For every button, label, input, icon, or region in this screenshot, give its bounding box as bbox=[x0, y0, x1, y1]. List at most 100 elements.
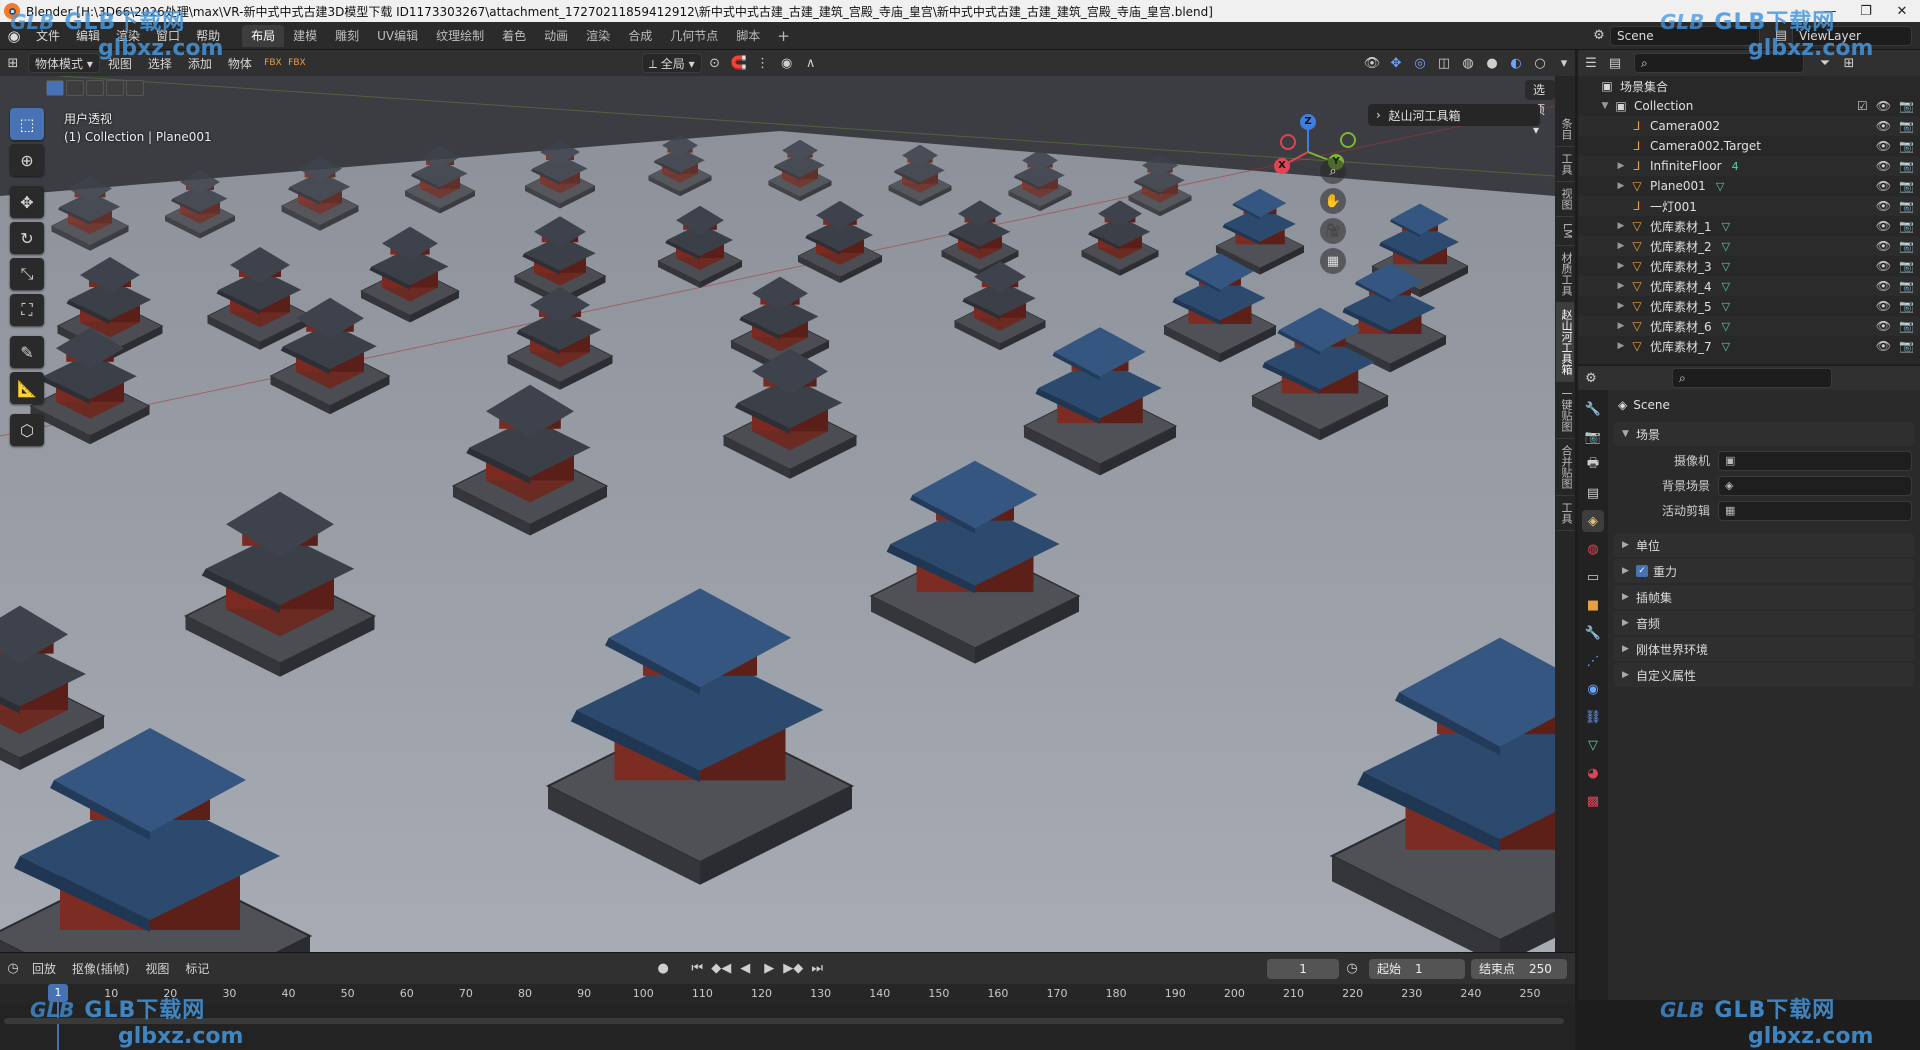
viewport-menu-select[interactable]: 选择 bbox=[140, 55, 180, 72]
eye-icon[interactable]: 👁 bbox=[1876, 119, 1891, 133]
add-cube-tool-icon[interactable]: ⬡ bbox=[10, 414, 44, 446]
render-camera-icon[interactable]: 📷 bbox=[1899, 179, 1914, 193]
pivot-point-icon[interactable]: ⊙ bbox=[704, 53, 726, 73]
transform-orientation-selector[interactable]: ⟂ 全局 ▾ bbox=[641, 53, 702, 73]
select-mode-invert-icon[interactable] bbox=[106, 80, 124, 96]
shading-rendered-icon[interactable]: ○ bbox=[1529, 53, 1551, 73]
play-reverse-icon[interactable]: ◀ bbox=[734, 959, 756, 979]
scale-tool-icon[interactable]: ⤡ bbox=[10, 258, 44, 290]
workspace-tab-compositing[interactable]: 合成 bbox=[619, 25, 661, 47]
camera-view-icon[interactable]: 🎥 bbox=[1320, 218, 1346, 244]
chevron-right-icon[interactable]: ▼ bbox=[1598, 101, 1612, 111]
outliner-display-mode-icon[interactable]: ▤ bbox=[1604, 53, 1626, 73]
chevron-right-icon[interactable]: ▶ bbox=[1614, 321, 1628, 331]
snap-target-icon[interactable]: ⋮ bbox=[752, 53, 774, 73]
modifier-properties-icon[interactable]: 🔧 bbox=[1582, 622, 1604, 644]
workspace-tab-rendering[interactable]: 渲染 bbox=[577, 25, 619, 47]
timeline-menu-playback[interactable]: 回放 bbox=[24, 960, 64, 977]
viewport-3d[interactable]: 用户透视 (1) Collection | Plane001 选项 ▾ › 赵山… bbox=[0, 76, 1555, 952]
properties-panel-header[interactable]: ▶ 自定义属性 bbox=[1614, 663, 1914, 687]
transform-tool-icon[interactable]: ⛶ bbox=[10, 294, 44, 326]
chevron-right-icon[interactable]: ▶ bbox=[1614, 181, 1628, 191]
outliner-row[interactable]: ⅃ 一灯001 👁 📷 bbox=[1578, 196, 1920, 216]
start-frame-field[interactable]: 起始 1 bbox=[1369, 958, 1466, 979]
gizmo-x-axis[interactable]: X bbox=[1274, 158, 1290, 174]
outliner-row[interactable]: ▶ ▽ 优库素材_3 ▽ 👁 📷 bbox=[1578, 256, 1920, 276]
overlay-toggle-icon[interactable]: ◎ bbox=[1409, 53, 1431, 73]
visibility-icon[interactable]: 👁 bbox=[1361, 53, 1383, 73]
side-tab-tool[interactable]: 工具 bbox=[1556, 147, 1574, 182]
outliner-filter-icon[interactable]: ⏷ bbox=[1814, 53, 1836, 73]
side-tab-material-tools[interactable]: 材质工具 bbox=[1556, 246, 1574, 303]
add-workspace-button[interactable]: + bbox=[769, 27, 798, 45]
particles-properties-icon[interactable]: ⋰ bbox=[1582, 650, 1604, 672]
eye-icon[interactable]: 👁 bbox=[1876, 299, 1891, 313]
select-box-tool-icon[interactable]: ⬚ bbox=[10, 108, 44, 140]
jump-end-icon[interactable]: ⏭ bbox=[806, 959, 828, 979]
shading-options-icon[interactable]: ▾ bbox=[1553, 53, 1575, 73]
render-camera-icon[interactable]: 📷 bbox=[1899, 99, 1914, 113]
workspace-tab-texture-paint[interactable]: 纹理绘制 bbox=[427, 25, 493, 47]
camera-field[interactable]: ▣ bbox=[1718, 450, 1912, 471]
shading-material-icon[interactable]: ◐ bbox=[1505, 53, 1527, 73]
workspace-tab-animation[interactable]: 动画 bbox=[535, 25, 577, 47]
workspace-tab-shading[interactable]: 着色 bbox=[493, 25, 535, 47]
cursor-tool-icon[interactable]: ⊕ bbox=[10, 144, 44, 176]
timeline[interactable]: 1102030405060708090100110120130140150160… bbox=[0, 984, 1575, 1050]
view-layer-properties-icon[interactable]: ▤ bbox=[1582, 482, 1604, 504]
render-camera-icon[interactable]: 📷 bbox=[1899, 139, 1914, 153]
outliner-row[interactable]: ⅃ Camera002.Target 👁 📷 bbox=[1578, 136, 1920, 156]
timeline-scrollbar[interactable] bbox=[4, 1018, 1564, 1024]
viewport-menu-view[interactable]: 视图 bbox=[100, 55, 140, 72]
editor-type-icon[interactable]: ⊞ bbox=[2, 53, 24, 73]
current-frame-field[interactable]: 1 bbox=[1267, 958, 1340, 979]
npanel-toolbox-header[interactable]: › 赵山河工具箱 bbox=[1368, 104, 1540, 126]
eye-icon[interactable]: 👁 bbox=[1876, 159, 1891, 173]
minimize-button[interactable]: — bbox=[1812, 0, 1848, 22]
eye-icon[interactable]: 👁 bbox=[1876, 339, 1891, 353]
chevron-right-icon[interactable]: ▶ bbox=[1614, 221, 1628, 231]
frame-ruler[interactable]: 1102030405060708090100110120130140150160… bbox=[0, 984, 1575, 1004]
viewport-menu-add[interactable]: 添加 bbox=[180, 55, 220, 72]
render-properties-icon[interactable]: 📷 bbox=[1582, 426, 1604, 448]
workspace-tab-scripting[interactable]: 脚本 bbox=[727, 25, 769, 47]
viewport-menu-object[interactable]: 物体 bbox=[220, 55, 260, 72]
jump-keyframe-forward-icon[interactable]: ▶◆ bbox=[782, 959, 804, 979]
scene-panel-header[interactable]: ▼ 场景 bbox=[1614, 422, 1914, 446]
side-tab-lm[interactable]: LM bbox=[1556, 217, 1574, 246]
play-icon[interactable]: ▶ bbox=[758, 959, 780, 979]
menu-edit[interactable]: 编辑 bbox=[68, 25, 108, 47]
active-clip-field[interactable]: ▦ bbox=[1718, 500, 1912, 521]
properties-panel-header[interactable]: ▶ 插帧集 bbox=[1614, 585, 1914, 609]
menu-window[interactable]: 窗口 bbox=[148, 25, 188, 47]
move-tool-icon[interactable]: ✥ bbox=[10, 186, 44, 218]
view-layer-field[interactable]: ViewLayer bbox=[1792, 25, 1912, 46]
background-scene-field[interactable]: ◈ bbox=[1718, 475, 1912, 496]
zoom-icon[interactable]: ⌕ bbox=[1320, 158, 1346, 184]
eye-icon[interactable]: 👁 bbox=[1876, 239, 1891, 253]
constraints-properties-icon[interactable]: ⛓ bbox=[1582, 706, 1604, 728]
render-camera-icon[interactable]: 📷 bbox=[1899, 119, 1914, 133]
mode-selector[interactable]: 物体模式 ▾ bbox=[28, 53, 100, 73]
side-tab-toolbox[interactable]: 赵山河工具箱 bbox=[1556, 302, 1574, 382]
eye-icon[interactable]: 👁 bbox=[1876, 199, 1891, 213]
eye-icon[interactable]: 👁 bbox=[1876, 219, 1891, 233]
maximize-button[interactable]: ❐ bbox=[1848, 0, 1884, 22]
outliner-row[interactable]: ▶ ▽ 优库素材_1 ▽ 👁 📷 bbox=[1578, 216, 1920, 236]
gizmo-z-axis[interactable]: Z bbox=[1300, 114, 1316, 130]
properties-editor-type-icon[interactable]: ⚙ bbox=[1580, 368, 1602, 388]
eye-icon[interactable]: 👁 bbox=[1876, 279, 1891, 293]
menu-render[interactable]: 渲染 bbox=[108, 25, 148, 47]
tool-properties-icon[interactable]: 🔧 bbox=[1582, 398, 1604, 420]
chevron-right-icon[interactable]: ▶ bbox=[1614, 261, 1628, 271]
outliner-row[interactable]: ▶ ⅃ InfiniteFloor 4 👁 📷 bbox=[1578, 156, 1920, 176]
panel-enable-checkbox[interactable]: ✓ bbox=[1636, 565, 1648, 577]
shading-solid-icon[interactable]: ● bbox=[1481, 53, 1503, 73]
chevron-right-icon[interactable]: ▶ bbox=[1614, 281, 1628, 291]
outliner-row[interactable]: ▶ ▽ 优库素材_6 ▽ 👁 📷 bbox=[1578, 316, 1920, 336]
outliner-row[interactable]: ▶ ▽ 优库素材_5 ▽ 👁 📷 bbox=[1578, 296, 1920, 316]
select-mode-intersect-icon[interactable] bbox=[126, 80, 144, 96]
outliner-row[interactable]: ⅃ Camera002 👁 📷 bbox=[1578, 116, 1920, 136]
jump-start-icon[interactable]: ⏮ bbox=[686, 959, 708, 979]
snap-icon[interactable]: 🧲 bbox=[728, 53, 750, 73]
